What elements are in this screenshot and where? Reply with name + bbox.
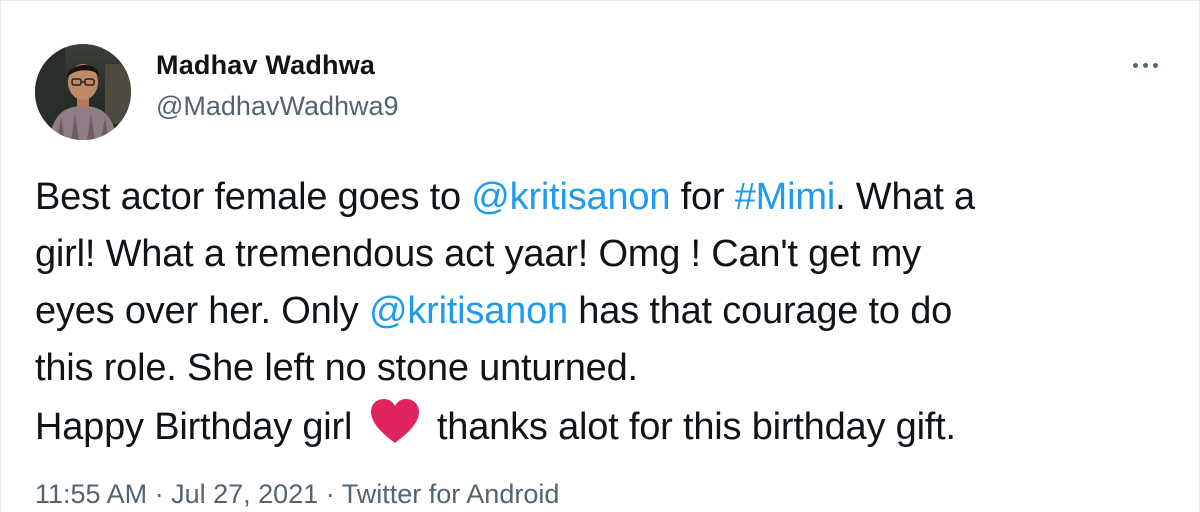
tweet-text-segment: eyes over her. Only — [35, 290, 369, 332]
avatar[interactable] — [35, 44, 131, 140]
tweet-text-segment: Happy Birthday girl — [35, 406, 363, 448]
user-handle[interactable]: @MadhavWadhwa9 — [156, 91, 399, 122]
tweet-text-segment: thanks alot for this birthday gift. — [426, 406, 956, 448]
tweet-line: this role. She left no stone unturned. — [35, 340, 1185, 397]
tweet-meta: 11:55 AM · Jul 27, 2021 · Twitter for An… — [35, 479, 559, 510]
hashtag-link[interactable]: #Mimi — [735, 176, 836, 218]
tweet-line: Best actor female goes to @kritisanon fo… — [35, 169, 1185, 226]
more-dot — [1132, 62, 1138, 68]
tweet-line: Happy Birthday girl thanks alot for this… — [35, 397, 1185, 456]
tweet-text-segment: girl! What a tremendous act yaar! Omg ! … — [35, 233, 921, 275]
tweet-text-segment: this role. She left no stone unturned. — [35, 347, 638, 389]
more-dot — [1142, 62, 1148, 68]
tweet-line: girl! What a tremendous act yaar! Omg ! … — [35, 226, 1185, 283]
tweet-text-segment: . What a — [835, 176, 975, 218]
meta-separator: · — [325, 479, 335, 509]
tweet-card: Madhav Wadhwa @MadhavWadhwa9 Best actor … — [0, 0, 1200, 512]
display-name[interactable]: Madhav Wadhwa — [156, 50, 375, 81]
avatar-image — [35, 44, 131, 140]
tweet-text-segment: for — [670, 176, 735, 218]
tweet-text: Best actor female goes to @kritisanon fo… — [35, 169, 1185, 456]
more-options-icon[interactable] — [1121, 49, 1169, 81]
mention-link[interactable]: @kritisanon — [369, 290, 568, 332]
heart-emoji-icon — [367, 397, 423, 445]
tweet-line: eyes over her. Only @kritisanon has that… — [35, 283, 1185, 340]
mention-link[interactable]: @kritisanon — [471, 176, 670, 218]
meta-separator: · — [154, 479, 164, 509]
more-dot — [1152, 62, 1158, 68]
tweet-text-segment: Best actor female goes to — [35, 176, 472, 218]
tweet-date[interactable]: Jul 27, 2021 — [171, 479, 318, 509]
tweet-time[interactable]: 11:55 AM — [35, 479, 147, 509]
tweet-source[interactable]: Twitter for Android — [342, 479, 560, 509]
tweet-text-segment: has that courage to do — [567, 290, 953, 332]
